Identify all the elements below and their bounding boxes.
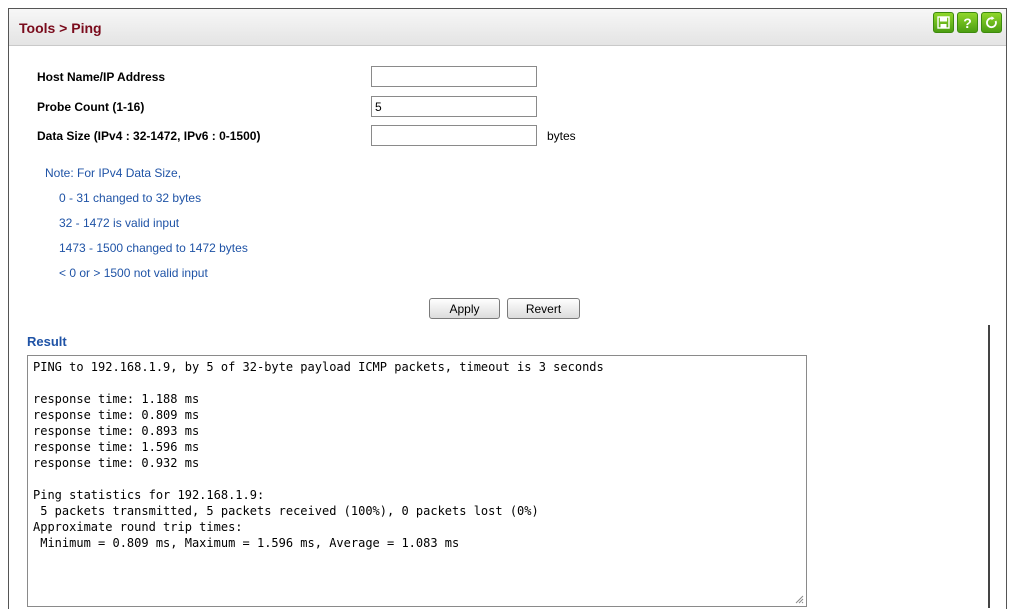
host-label: Host Name/IP Address xyxy=(37,70,166,84)
refresh-icon[interactable] xyxy=(981,12,1002,33)
result-line xyxy=(33,375,801,391)
help-icon[interactable]: ? xyxy=(957,12,978,33)
result-line: Minimum = 0.809 ms, Maximum = 1.596 ms, … xyxy=(33,536,460,550)
resize-grip-icon[interactable] xyxy=(794,594,804,604)
probe-count-input[interactable] xyxy=(371,96,537,117)
toolbar-icons: ? xyxy=(933,12,1002,33)
data-size-label: Data Size (IPv4 : 32-1472, IPv6 : 0-1500… xyxy=(37,129,261,143)
result-line: response time: 0.932 ms xyxy=(33,456,200,470)
note-heading: Note: For IPv4 Data Size, xyxy=(45,166,182,180)
data-size-unit: bytes xyxy=(547,129,576,143)
host-input[interactable] xyxy=(371,66,537,87)
result-line: response time: 0.893 ms xyxy=(33,424,200,438)
result-line: response time: 0.809 ms xyxy=(33,408,200,422)
note-line: 0 - 31 changed to 32 bytes xyxy=(59,191,202,205)
result-line: response time: 1.188 ms xyxy=(33,392,200,406)
revert-button[interactable]: Revert xyxy=(507,298,580,319)
result-line: Approximate round trip times: xyxy=(33,520,243,534)
result-line: PING to 192.168.1.9, by 5 of 32-byte pay… xyxy=(33,360,604,374)
result-line: 5 packets transmitted, 5 packets receive… xyxy=(33,504,539,518)
note-line: < 0 or > 1500 not valid input xyxy=(59,266,208,280)
probe-count-label: Probe Count (1-16) xyxy=(37,100,145,114)
result-label: Result xyxy=(27,334,67,349)
apply-button[interactable]: Apply xyxy=(429,298,500,319)
result-line: response time: 1.596 ms xyxy=(33,440,200,454)
note-line: 32 - 1472 is valid input xyxy=(59,216,180,230)
save-icon[interactable] xyxy=(933,12,954,33)
page-panel: Tools > Ping ? Host Name/IP Address Prob… xyxy=(8,8,1007,609)
vertical-scrollbar[interactable] xyxy=(988,325,990,608)
page-title: Tools > Ping xyxy=(19,20,102,36)
data-size-input[interactable] xyxy=(371,125,537,146)
result-textarea[interactable]: PING to 192.168.1.9, by 5 of 32-byte pay… xyxy=(27,355,807,607)
result-line xyxy=(33,471,801,487)
title-bar: Tools > Ping ? xyxy=(9,9,1006,46)
note-line: 1473 - 1500 changed to 1472 bytes xyxy=(59,241,248,255)
result-line: Ping statistics for 192.168.1.9: xyxy=(33,488,265,502)
